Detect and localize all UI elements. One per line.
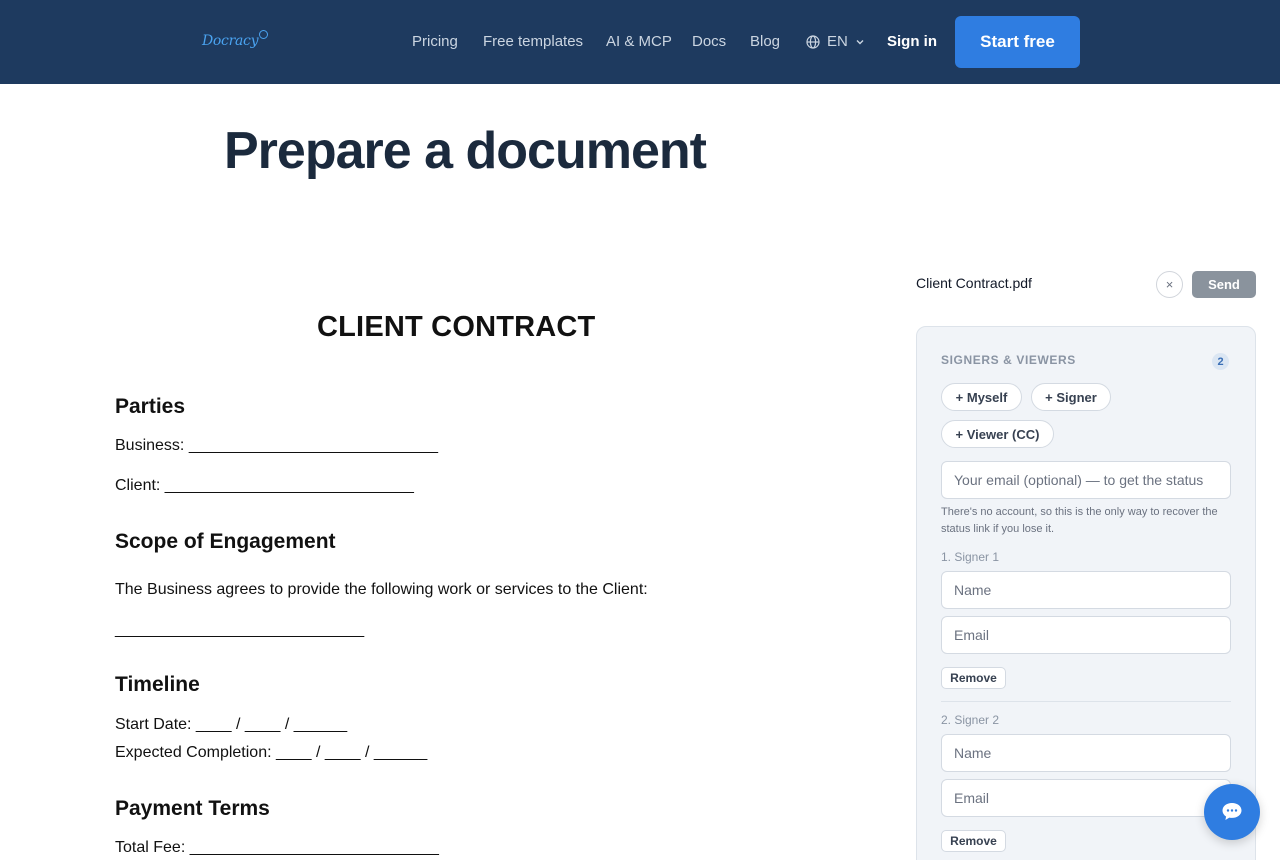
nav-link-blog[interactable]: Blog [750,33,780,50]
section-heading-payment: Payment Terms [115,797,270,820]
logo-text: Docracy [202,33,259,49]
logo-mark-icon [259,30,269,39]
nav-link-free-templates[interactable]: Free templates [483,33,583,50]
nav-link-docs[interactable]: Docs [692,33,726,50]
section-heading-timeline: Timeline [115,673,200,696]
signer-1-remove-button[interactable]: Remove [941,667,1006,689]
sign-in-link[interactable]: Sign in [887,33,937,50]
signers-section-title: SIGNERS & VIEWERS [941,353,1076,367]
section-heading-parties: Parties [115,395,186,418]
close-icon: × [1165,277,1174,292]
signer-2-label: 2. Signer 2 [941,713,1000,727]
start-date-line: Start Date: ____ / ____ / ______ [115,716,348,733]
add-viewer-button[interactable]: + Viewer (CC) [941,420,1054,448]
total-fee-line: Total Fee: ____________________________ [115,839,439,856]
expected-completion-line: Expected Completion: ____ / ____ / _____… [115,744,428,761]
document-title: CLIENT CONTRACT [317,311,596,343]
signer-2-email-input[interactable] [941,779,1231,817]
nav-link-pricing[interactable]: Pricing [412,33,458,50]
nav-link-ai-mcp[interactable]: AI & MCP [606,33,672,50]
add-signer-button[interactable]: + Signer [1031,383,1111,411]
language-selector[interactable]: EN [806,33,865,50]
section-heading-scope: Scope of Engagement [115,530,336,553]
signer-1-label: 1. Signer 1 [941,550,1000,564]
start-free-button[interactable]: Start free [955,16,1080,68]
send-button[interactable]: Send [1192,271,1256,298]
business-line: Business: ____________________________ [115,437,438,454]
signer-divider [941,701,1231,702]
file-name: Client Contract.pdf [916,275,1032,291]
close-button[interactable]: × [1156,271,1183,298]
add-myself-button[interactable]: + Myself [941,383,1022,411]
client-line: Client: ____________________________ [115,477,414,494]
page-title: Prepare a document [224,122,707,180]
signer-2-remove-button[interactable]: Remove [941,830,1006,852]
globe-icon [806,34,820,49]
signer-2-name-input[interactable] [941,734,1231,772]
chat-button[interactable] [1204,784,1260,840]
top-navigation-bar: Docracy Pricing Free templates AI & MCP … [0,0,1280,84]
email-helper-text: There's no account, so this is the only … [941,506,1218,535]
owner-email-input[interactable] [941,461,1231,499]
logo[interactable]: Docracy [202,30,269,49]
scope-blank-line: ____________________________ [115,621,365,638]
chat-icon [1222,803,1242,820]
signers-count-badge: 2 [1212,353,1229,370]
language-label: EN [827,33,848,50]
chevron-down-icon [856,39,864,44]
signer-1-name-input[interactable] [941,571,1231,609]
scope-text: The Business agrees to provide the follo… [115,581,648,598]
signer-1-email-input[interactable] [941,616,1231,654]
